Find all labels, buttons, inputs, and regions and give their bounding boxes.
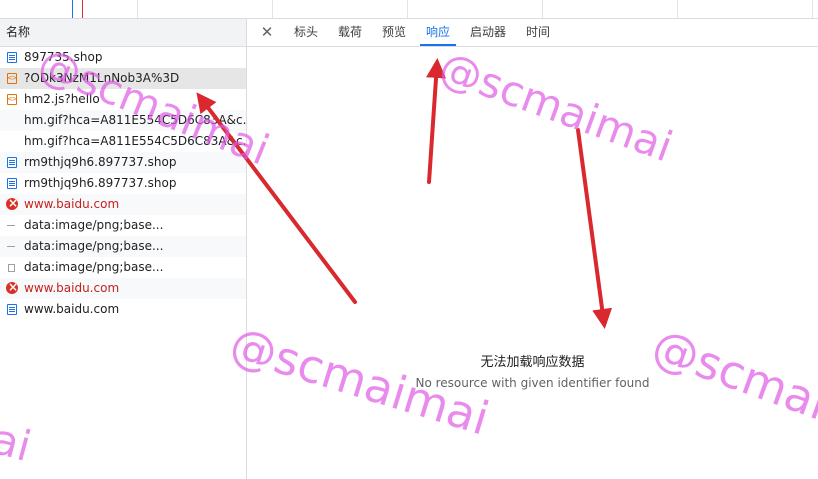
request-row[interactable]: www.baidu.com [0,299,246,320]
timeline-gridline [407,0,408,18]
timeline-gridline [542,0,543,18]
document-icon [7,52,17,63]
timeline-gridline [812,0,813,18]
dash-icon [7,246,15,247]
request-name: rm9thjq9h6.897737.shop [24,176,177,190]
request-row[interactable]: rm9thjq9h6.897737.shop [0,173,246,194]
timeline-marker [82,0,83,18]
request-name: data:image/png;base... [24,218,164,232]
name-column-header[interactable]: 名称 [0,19,246,47]
request-row[interactable]: www.baidu.com [0,278,246,299]
timeline-marker [72,0,73,18]
request-name: www.baidu.com [24,302,120,316]
tab-headers[interactable]: 标头 [293,19,319,46]
network-timeline-overview[interactable] [0,0,818,19]
file-icon [8,264,15,272]
tab-initiator[interactable]: 启动器 [469,19,507,46]
request-row[interactable]: data:image/png;base... [0,236,246,257]
timeline-gridline [272,0,273,18]
timeline-gridline [137,0,138,18]
dash-icon [7,225,15,226]
tab-timing[interactable]: 时间 [525,19,551,46]
script-icon [7,68,17,89]
document-icon [7,304,17,315]
tab-payload[interactable]: 载荷 [337,19,363,46]
document-icon [7,157,17,168]
script-icon [7,89,17,110]
request-row[interactable]: data:image/png;base... [0,215,246,236]
close-icon[interactable]: ✕ [259,23,275,41]
request-name: rm9thjq9h6.897737.shop [24,155,177,169]
tab-preview[interactable]: 预览 [381,19,407,46]
request-row[interactable]: www.baidu.com [0,194,246,215]
error-icon [6,194,18,214]
request-name: data:image/png;base... [24,260,164,274]
request-row[interactable]: data:image/png;base... [0,257,246,278]
request-name: data:image/png;base... [24,239,164,253]
error-icon [6,278,18,298]
timeline-gridline [677,0,678,18]
request-name: www.baidu.com [24,197,120,211]
detail-tab-bar: ✕ 标头 载荷 预览 响应 启动器 时间 [247,19,818,47]
document-icon [7,178,17,189]
request-row[interactable]: 897735.shop [0,47,246,68]
request-name: www.baidu.com [24,281,120,295]
tab-response[interactable]: 响应 [420,19,456,46]
